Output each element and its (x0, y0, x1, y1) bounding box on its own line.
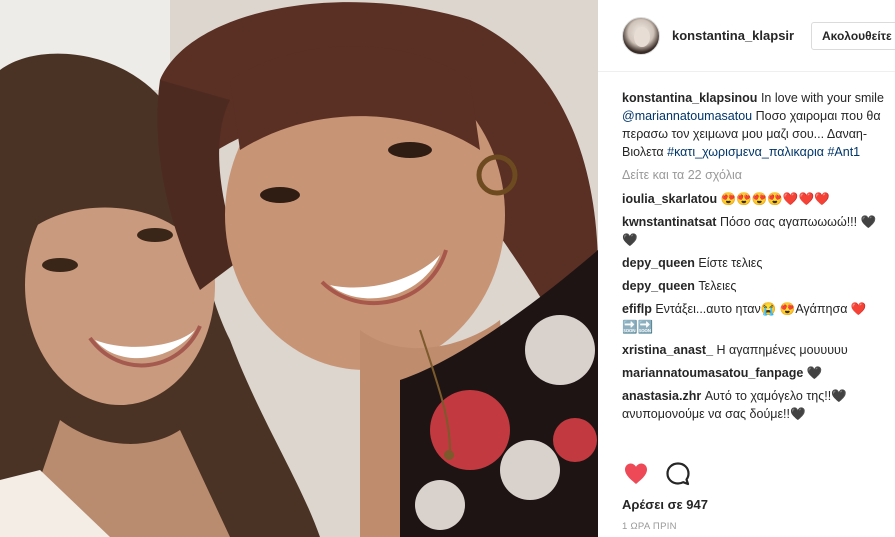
comment-item: mariannatoumasatou_fanpage 🖤 (622, 364, 888, 382)
load-more-comments[interactable]: Δείτε και τα 22 σχόλια (622, 166, 888, 184)
post-timestamp: 1 ΩΡΑ ΠΡΙΝ (622, 521, 677, 532)
comment-text: Εντάξει...αυτο ηταν😭 😍Αγάπησα ❤️🔜🔜 (622, 302, 867, 334)
comment-text: Είστε τελιες (698, 256, 763, 270)
comment-username[interactable]: mariannatoumasatou_fanpage (622, 366, 803, 380)
comment-item: ioulia_skarlatou 😍😍😍😍❤️❤️❤️ (622, 190, 888, 208)
avatar[interactable] (622, 16, 660, 55)
comment-text: Η αγαπημένες μουυυυυ (716, 343, 848, 357)
heart-icon[interactable] (622, 460, 650, 488)
comment-bubble-icon[interactable] (664, 460, 692, 488)
comment-item: anastasia.zhr Αυτό το χαμόγελο της!!🖤 αν… (622, 387, 888, 423)
caption-username[interactable]: konstantina_klapsinou (622, 91, 757, 105)
comment-username[interactable]: xristina_anast_ (622, 343, 713, 357)
post-photo[interactable] (0, 0, 598, 537)
caption-mention[interactable]: @mariannatoumasatou (622, 109, 752, 123)
comment-item: xristina_anast_ Η αγαπημένες μουυυυυ (622, 341, 888, 359)
comment-username[interactable]: kwnstantinatsat (622, 215, 716, 229)
post-sidebar: konstantina_klapsir Ακολουθείτε konstant… (598, 0, 895, 537)
caption: konstantina_klapsinou In love with your … (622, 89, 888, 161)
post-actions (622, 458, 882, 490)
comment-username[interactable]: depy_queen (622, 279, 695, 293)
post-header: konstantina_klapsir Ακολουθείτε (598, 0, 895, 72)
comment-username[interactable]: efiflp (622, 302, 652, 316)
comment-item: kwnstantinatsat Πόσο σας αγαπωωωώ!!! 🖤🖤 (622, 213, 888, 249)
comment-item: depy_queen Είστε τελιες (622, 254, 888, 272)
comments-section: konstantina_klapsinou In love with your … (622, 89, 888, 428)
comment-username[interactable]: ioulia_skarlatou (622, 192, 717, 206)
follow-button[interactable]: Ακολουθείτε (811, 22, 895, 50)
likes-count[interactable]: Αρέσει σε 947 (622, 497, 708, 512)
post-username[interactable]: konstantina_klapsir (672, 28, 794, 43)
selfie-illustration (0, 0, 598, 537)
comment-item: depy_queen Τελειες (622, 277, 888, 295)
caption-text-1: In love with your smile (760, 91, 884, 105)
caption-hashtags[interactable]: #κατι_χωρισμενα_παλικαρια #Ant1 (667, 145, 860, 159)
comment-username[interactable]: anastasia.zhr (622, 389, 701, 403)
comment-text: Τελειες (698, 279, 737, 293)
comment-text: 😍😍😍😍❤️❤️❤️ (720, 192, 830, 206)
comment-username[interactable]: depy_queen (622, 256, 695, 270)
comment-text: 🖤 (806, 366, 823, 380)
comment-item: efiflp Εντάξει...αυτο ηταν😭 😍Αγάπησα ❤️🔜… (622, 300, 888, 336)
